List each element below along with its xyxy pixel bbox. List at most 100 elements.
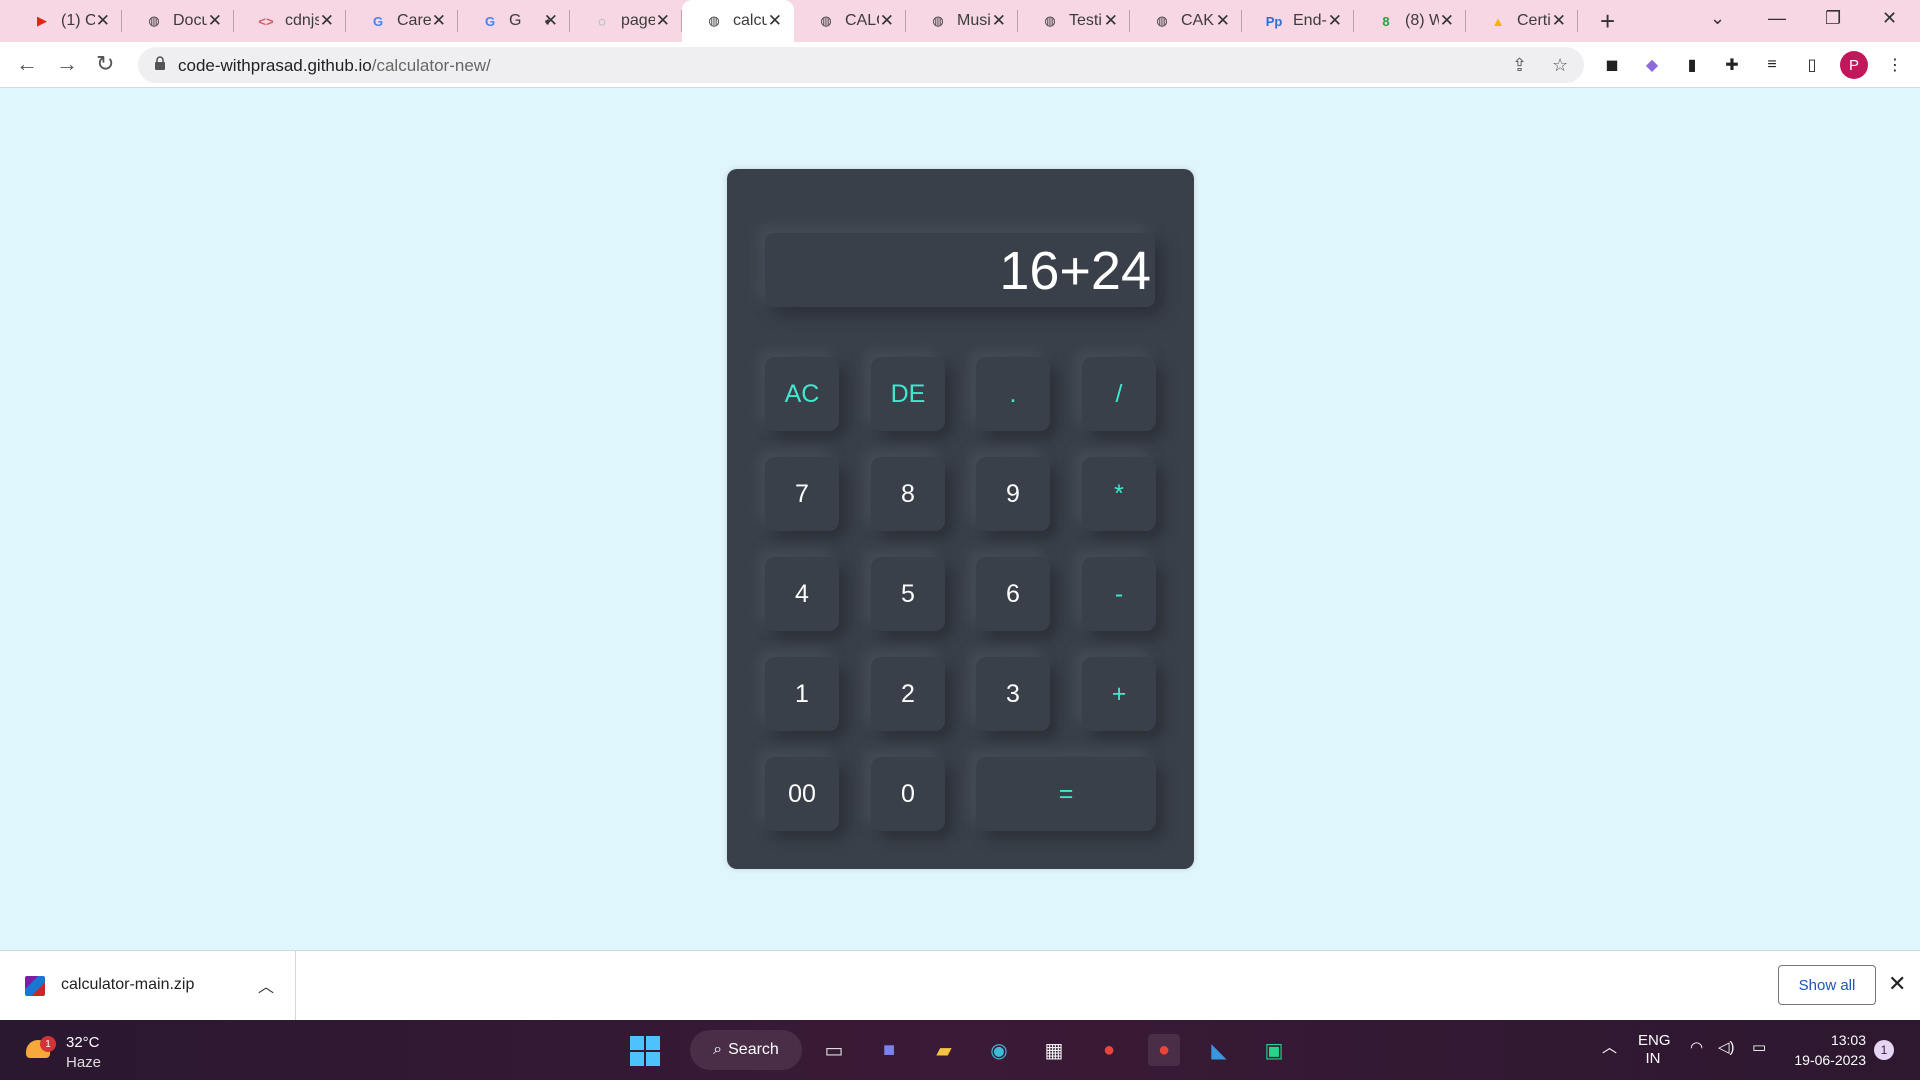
calc-key[interactable]: AC bbox=[765, 357, 839, 431]
extensions-puzzle-icon[interactable]: ✚ bbox=[1721, 54, 1743, 76]
browser-tab[interactable]: G Care ✕ bbox=[346, 0, 458, 42]
tab-title: G bbox=[509, 12, 522, 29]
browser-tab[interactable]: <> cdnjs ✕ bbox=[234, 0, 346, 42]
teams-chat-icon[interactable]: ■ bbox=[873, 1034, 905, 1066]
extension-incognito-icon[interactable]: ◼ bbox=[1601, 54, 1623, 76]
close-tab-icon[interactable]: ✕ bbox=[208, 11, 222, 31]
show-hidden-icons-icon[interactable]: ︿ bbox=[1602, 1036, 1617, 1057]
pycharm-icon[interactable]: ▣ bbox=[1258, 1034, 1290, 1066]
share-icon[interactable]: ⇪ bbox=[1512, 55, 1527, 76]
close-tab-icon[interactable]: ✕ bbox=[768, 11, 782, 31]
calc-key[interactable]: 1 bbox=[765, 657, 839, 731]
browser-toolbar: ← → ↻ code-withprasad.github.io/calculat… bbox=[0, 42, 1920, 88]
address-bar[interactable]: code-withprasad.github.io/calculator-new… bbox=[138, 47, 1584, 83]
back-icon[interactable]: ← bbox=[16, 51, 38, 77]
calc-key[interactable]: 2 bbox=[871, 657, 945, 731]
close-tab-icon[interactable]: ✕ bbox=[544, 11, 558, 31]
close-tab-icon[interactable]: ✕ bbox=[96, 11, 110, 31]
profile-avatar[interactable]: P bbox=[1840, 51, 1868, 79]
clock[interactable]: 13:03 19-06-2023 bbox=[1780, 1030, 1866, 1070]
show-all-button[interactable]: Show all bbox=[1778, 965, 1876, 1005]
forward-icon[interactable]: → bbox=[56, 51, 78, 77]
vscode-icon[interactable]: ◣ bbox=[1203, 1034, 1235, 1066]
weather-temperature: 32°C bbox=[66, 1034, 100, 1051]
bookmark-star-icon[interactable]: ☆ bbox=[1552, 55, 1568, 76]
browser-tab[interactable]: G G 🔈︎ ✕ bbox=[458, 0, 570, 42]
tab-search-icon[interactable]: ⌄ bbox=[1710, 8, 1725, 29]
extension-chart-icon[interactable]: ▮ bbox=[1681, 54, 1703, 76]
browser-tab[interactable]: ◍ CALC✕ bbox=[794, 0, 906, 42]
calc-key[interactable]: 5 bbox=[871, 557, 945, 631]
close-tab-icon[interactable]: ✕ bbox=[1328, 11, 1342, 31]
close-tab-icon[interactable]: ✕ bbox=[656, 11, 670, 31]
file-explorer-icon[interactable]: ▰ bbox=[928, 1034, 960, 1066]
browser-tab[interactable]: ◍ CAKE✕ bbox=[1130, 0, 1242, 42]
media-control-icon[interactable]: ≡ bbox=[1761, 54, 1783, 76]
side-panel-icon[interactable]: ▯ bbox=[1801, 54, 1823, 76]
close-tab-icon[interactable]: ✕ bbox=[992, 11, 1006, 31]
calc-key[interactable]: 8 bbox=[871, 457, 945, 531]
reload-icon[interactable]: ↻ bbox=[96, 51, 114, 77]
close-tab-icon[interactable]: ✕ bbox=[1552, 11, 1566, 31]
task-view-icon[interactable]: ▭ bbox=[818, 1034, 850, 1066]
chevron-up-icon[interactable]: ︿ bbox=[258, 973, 274, 997]
language-indicator[interactable]: ENG IN bbox=[1638, 1032, 1671, 1068]
calc-key[interactable]: 7 bbox=[765, 457, 839, 531]
calc-key[interactable]: = bbox=[976, 757, 1156, 831]
tab-title: CAKE bbox=[1181, 12, 1215, 29]
browser-tab[interactable]: ◍ calcu ✕ bbox=[682, 0, 794, 42]
display-value: 16+24 bbox=[999, 241, 1151, 301]
close-download-bar-icon[interactable]: ✕ bbox=[1888, 971, 1906, 997]
calc-key[interactable]: DE bbox=[871, 357, 945, 431]
globe-icon: ◍ bbox=[820, 13, 832, 28]
browser-tab[interactable]: ▶ (1) C ✕ bbox=[10, 0, 122, 42]
calc-key[interactable]: / bbox=[1082, 357, 1156, 431]
calc-key[interactable]: + bbox=[1082, 657, 1156, 731]
tab-title: End- bbox=[1293, 12, 1327, 29]
browser-tab[interactable]: ▲ Certi ✕ bbox=[1466, 0, 1578, 42]
chrome-profile-icon[interactable]: ● bbox=[1148, 1034, 1180, 1066]
browser-tab[interactable]: Pp End- ✕ bbox=[1242, 0, 1354, 42]
calc-key[interactable]: . bbox=[976, 357, 1050, 431]
restore-icon[interactable]: ❐ bbox=[1825, 8, 1841, 29]
browser-tab[interactable]: ◌ page ✕ bbox=[570, 0, 682, 42]
battery-icon[interactable]: ▭ bbox=[1752, 1038, 1766, 1056]
windows-start-icon[interactable] bbox=[630, 1036, 660, 1066]
edge-browser-icon[interactable]: ◉ bbox=[983, 1034, 1015, 1066]
calculator: 16+24 AC DE./7 8 9 * 4 5 6-1 2 3 +00 0 = bbox=[727, 169, 1194, 869]
chrome-icon[interactable]: ● bbox=[1093, 1034, 1125, 1066]
clock-time: 13:03 bbox=[1830, 1032, 1866, 1048]
download-item[interactable]: calculator-main.zip ︿ bbox=[0, 951, 296, 1021]
close-tab-icon[interactable]: ✕ bbox=[880, 11, 894, 31]
calc-key[interactable]: 0 bbox=[871, 757, 945, 831]
close-tab-icon[interactable]: ✕ bbox=[320, 11, 334, 31]
more-menu-icon[interactable]: ⋮ bbox=[1884, 54, 1906, 76]
weather-widget[interactable]: 1 32°C Haze bbox=[22, 1030, 122, 1071]
minimize-icon[interactable]: — bbox=[1768, 8, 1786, 29]
browser-tab[interactable]: ◍ Musi ✕ bbox=[906, 0, 1018, 42]
extension-feather-icon[interactable]: ◆ bbox=[1641, 54, 1663, 76]
close-window-icon[interactable]: ✕ bbox=[1882, 8, 1897, 29]
volume-icon[interactable]: ◁) bbox=[1718, 1038, 1735, 1056]
calc-key[interactable]: - bbox=[1082, 557, 1156, 631]
calc-key[interactable]: 9 bbox=[976, 457, 1050, 531]
youtube-icon: ▶ bbox=[37, 13, 47, 28]
taskbar-search-button[interactable]: ⌕ Search bbox=[690, 1030, 802, 1070]
close-tab-icon[interactable]: ✕ bbox=[432, 11, 446, 31]
calc-key[interactable]: 6 bbox=[976, 557, 1050, 631]
download-bar: calculator-main.zip ︿ Show all ✕ bbox=[0, 950, 1920, 1021]
new-tab-button[interactable]: + bbox=[1600, 6, 1615, 37]
microsoft-store-icon[interactable]: ▦ bbox=[1038, 1034, 1070, 1066]
notification-badge[interactable]: 1 bbox=[1874, 1040, 1894, 1060]
close-tab-icon[interactable]: ✕ bbox=[1216, 11, 1230, 31]
calc-key[interactable]: 00 bbox=[765, 757, 839, 831]
close-tab-icon[interactable]: ✕ bbox=[1104, 11, 1118, 31]
calc-key[interactable]: 4 bbox=[765, 557, 839, 631]
browser-tab[interactable]: ◍ Docu ✕ bbox=[122, 0, 234, 42]
close-tab-icon[interactable]: ✕ bbox=[1440, 11, 1454, 31]
calc-key[interactable]: 3 bbox=[976, 657, 1050, 731]
wifi-icon[interactable]: ◠ bbox=[1690, 1038, 1703, 1056]
calc-key[interactable]: * bbox=[1082, 457, 1156, 531]
browser-tab[interactable]: ◍ Testi ✕ bbox=[1018, 0, 1130, 42]
browser-tab[interactable]: 8 (8) W ✕ bbox=[1354, 0, 1466, 42]
